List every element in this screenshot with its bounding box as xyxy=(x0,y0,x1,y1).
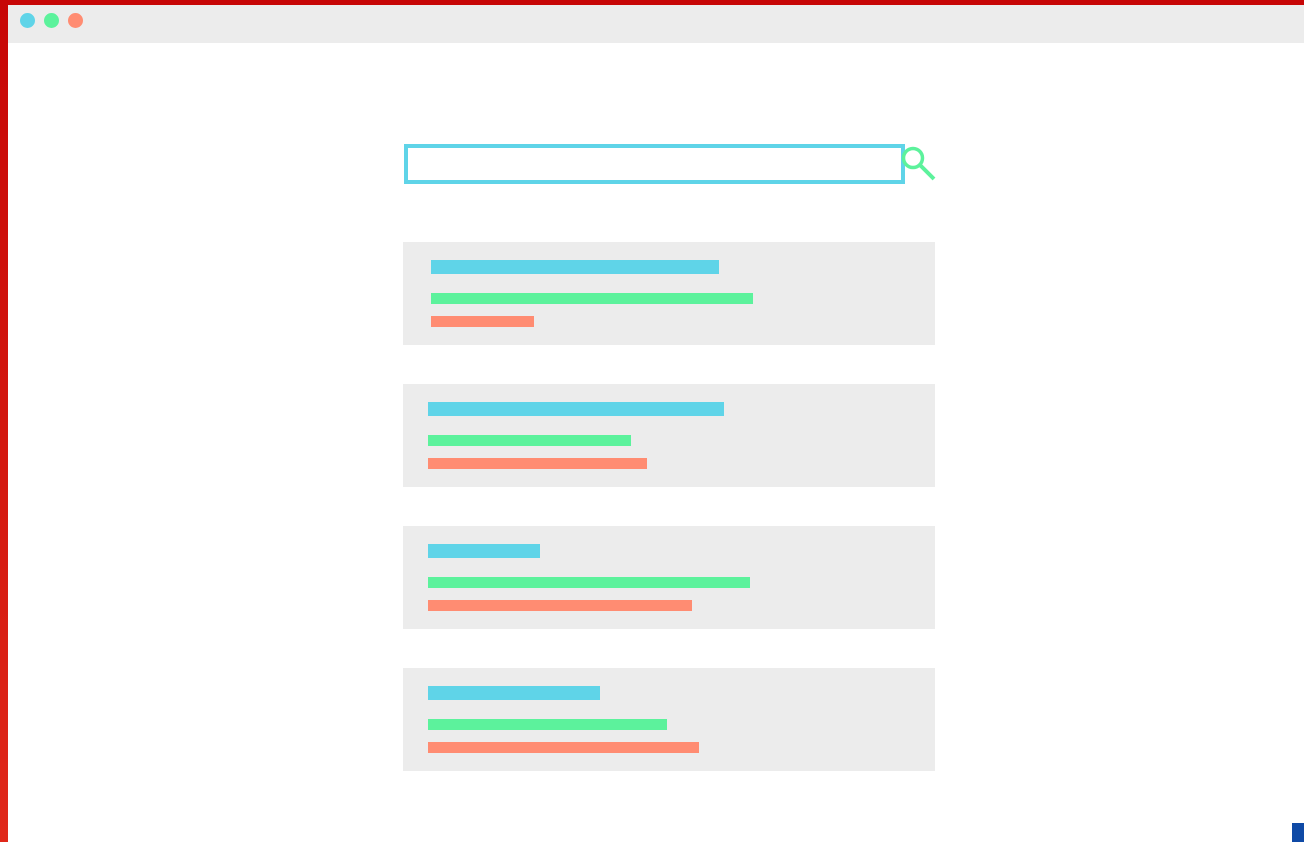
result-snippet-bar xyxy=(428,742,699,753)
corner-badge xyxy=(1292,823,1304,842)
page-frame xyxy=(0,0,1304,842)
window-close-control[interactable] xyxy=(20,13,35,28)
search-result-card[interactable] xyxy=(403,242,935,345)
search-result-card[interactable] xyxy=(403,668,935,771)
search-result-card[interactable] xyxy=(403,384,935,487)
result-snippet-bar xyxy=(428,458,647,469)
search-icon xyxy=(898,143,940,185)
result-title-bar[interactable] xyxy=(428,686,600,700)
search-input[interactable] xyxy=(404,144,905,184)
browser-window xyxy=(8,5,1304,842)
result-title-bar[interactable] xyxy=(428,402,724,416)
window-minimize-control[interactable] xyxy=(44,13,59,28)
result-title-bar[interactable] xyxy=(428,544,540,558)
search-result-card[interactable] xyxy=(403,526,935,629)
search-button[interactable] xyxy=(898,143,940,185)
result-link-bar xyxy=(428,577,750,588)
window-title-bar xyxy=(8,5,1304,43)
window-maximize-control[interactable] xyxy=(68,13,83,28)
result-snippet-bar xyxy=(431,316,534,327)
result-link-bar xyxy=(431,293,753,304)
result-title-bar[interactable] xyxy=(431,260,719,274)
result-snippet-bar xyxy=(428,600,692,611)
result-link-bar xyxy=(428,719,667,730)
result-link-bar xyxy=(428,435,631,446)
